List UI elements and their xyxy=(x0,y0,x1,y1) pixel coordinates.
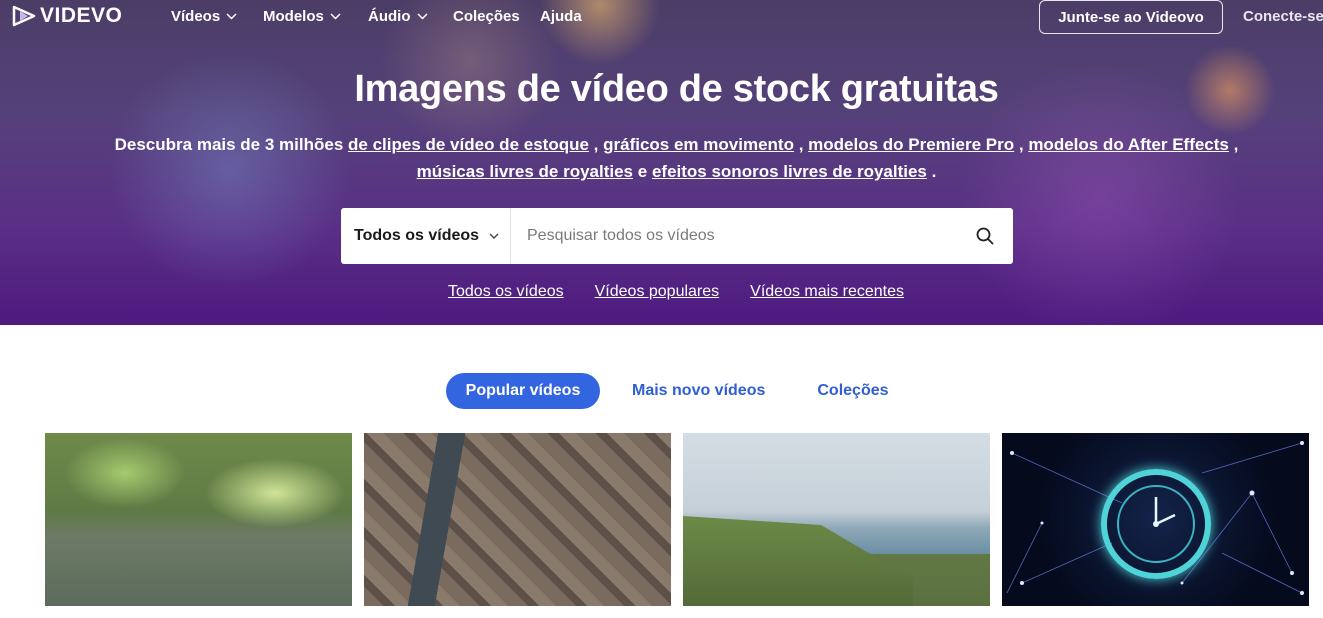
tab-newest[interactable]: Mais novo vídeos xyxy=(632,373,765,409)
search-bar: Todos os vídeos xyxy=(341,208,1013,264)
motion-graphics-link[interactable]: gráficos em movimento xyxy=(603,135,794,154)
page-title: Imagens de vídeo de stock gratuitas xyxy=(354,68,999,110)
subtitle-period: . xyxy=(931,162,937,181)
search-input[interactable] xyxy=(511,208,957,264)
subtitle-conjunction: e xyxy=(637,162,648,181)
video-tabs: Popular vídeos Mais novo vídeos Coleções xyxy=(446,373,889,409)
nav-item-audio[interactable]: Áudio xyxy=(368,8,428,25)
login-link[interactable]: Conecte-se xyxy=(1243,8,1323,25)
hero-banner: VIDEVO Vídeos Modelos Áudio Coleções Aju… xyxy=(0,0,1323,325)
subtitle-text: Descubra mais de 3 milhões xyxy=(114,135,344,154)
join-button[interactable]: Junte-se ao Videovo xyxy=(1039,0,1223,34)
quick-links: Todos os vídeos Vídeos populares Vídeos … xyxy=(448,283,904,301)
tab-popular[interactable]: Popular vídeos xyxy=(446,373,600,409)
clock-icon xyxy=(1101,469,1211,579)
popular-videos-link[interactable]: Vídeos populares xyxy=(595,283,720,301)
nav-item-label: Coleções xyxy=(453,8,520,25)
royalty-free-music-link[interactable]: músicas livres de royalties xyxy=(417,162,633,181)
video-thumbnail-city-aerial[interactable] xyxy=(364,433,671,606)
logo[interactable]: VIDEVO xyxy=(12,4,122,28)
nav-item-label: Modelos xyxy=(263,8,324,25)
hero-subtitle: Descubra mais de 3 milhões de clipes de … xyxy=(70,131,1283,185)
nav-item-ajuda[interactable]: Ajuda xyxy=(540,8,582,25)
after-effects-templates-link[interactable]: modelos do After Effects xyxy=(1028,135,1229,154)
subtitle-separator: , xyxy=(1233,135,1239,154)
play-logo-icon xyxy=(12,5,36,27)
clock-hands xyxy=(1153,497,1176,527)
tab-collections[interactable]: Coleções xyxy=(817,373,888,409)
subtitle-separator: , xyxy=(593,135,599,154)
nav-item-videos[interactable]: Vídeos xyxy=(171,8,237,25)
nav-item-label: Ajuda xyxy=(540,8,582,25)
stock-clips-link[interactable]: de clipes de vídeo de estoque xyxy=(348,135,589,154)
sound-effects-link[interactable]: efeitos sonoros livres de royalties xyxy=(652,162,927,181)
chevron-down-icon xyxy=(330,13,341,20)
nav-item-label: Áudio xyxy=(368,8,411,25)
nav-item-modelos[interactable]: Modelos xyxy=(263,8,341,25)
coast-land-shape xyxy=(683,516,913,606)
search-category-select[interactable]: Todos os vídeos xyxy=(341,208,511,264)
logo-text: VIDEVO xyxy=(40,4,123,27)
chevron-down-icon xyxy=(489,233,499,239)
video-thumbnail-rain[interactable] xyxy=(45,433,352,606)
search-category-label: Todos os vídeos xyxy=(354,227,480,244)
chevron-down-icon xyxy=(226,13,237,20)
nav-item-label: Vídeos xyxy=(171,8,221,25)
search-button[interactable] xyxy=(957,208,1013,264)
nav-item-colecoes[interactable]: Coleções xyxy=(453,8,520,25)
recent-videos-link[interactable]: Vídeos mais recentes xyxy=(750,283,904,301)
video-thumbnail-clock[interactable] xyxy=(1002,433,1309,606)
premiere-templates-link[interactable]: modelos do Premiere Pro xyxy=(808,135,1014,154)
subtitle-separator: , xyxy=(798,135,804,154)
chevron-down-icon xyxy=(416,13,428,20)
video-thumbnail-coast[interactable] xyxy=(683,433,990,606)
all-videos-link[interactable]: Todos os vídeos xyxy=(448,283,564,301)
top-navigation: VIDEVO Vídeos Modelos Áudio Coleções Aju… xyxy=(0,0,1323,34)
search-icon xyxy=(976,227,994,245)
subtitle-separator: , xyxy=(1018,135,1024,154)
